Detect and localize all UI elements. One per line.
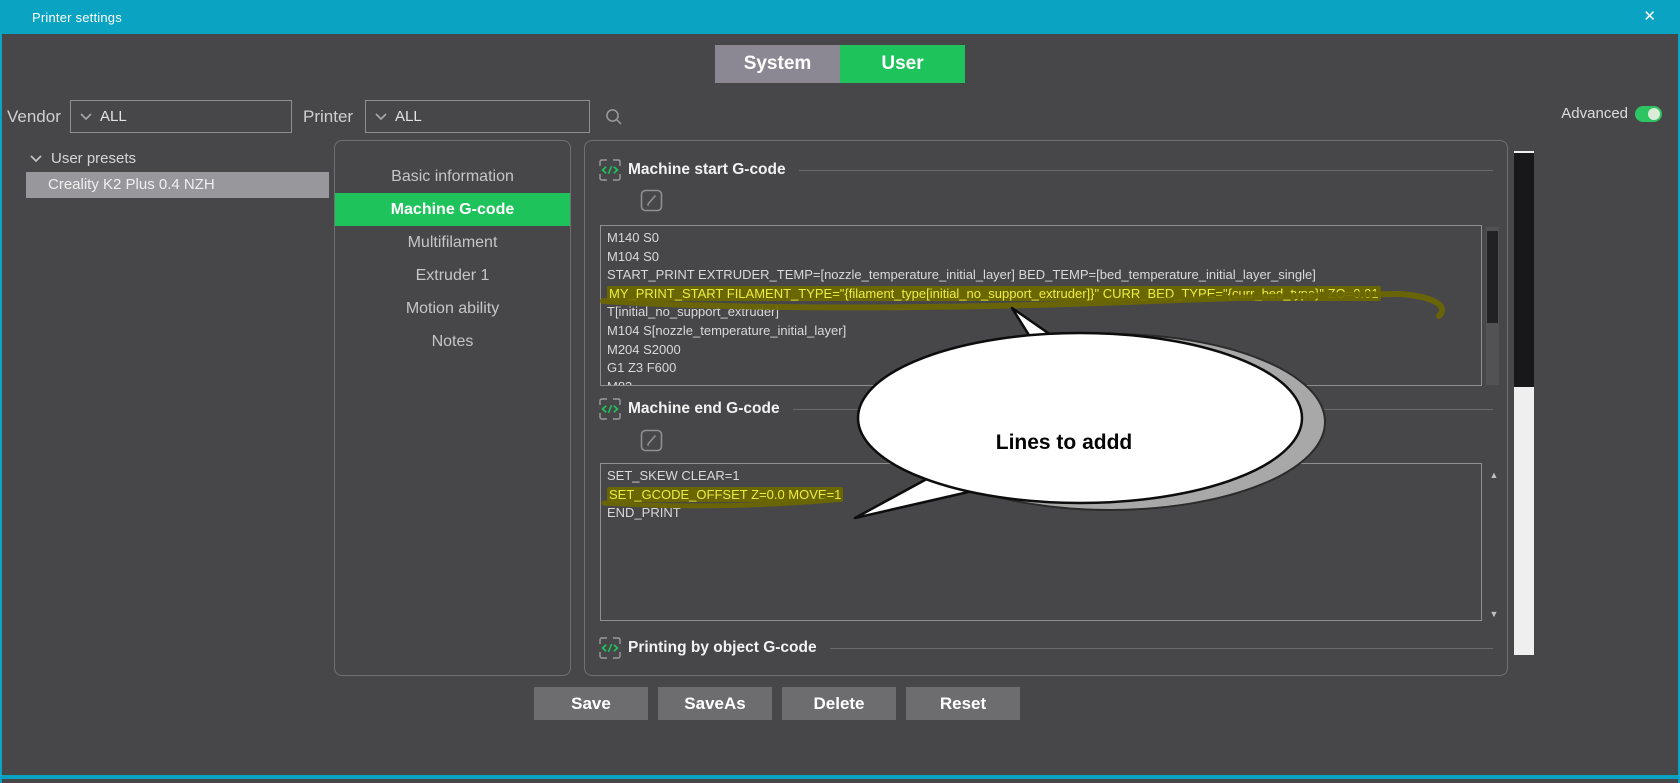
edit-icon[interactable] <box>640 189 663 212</box>
gcode-editor-start[interactable]: M140 S0M104 S0START_PRINT EXTRUDER_TEMP=… <box>600 225 1482 386</box>
gcode-editor-end[interactable]: SET_SKEW CLEAR=1SET_GCODE_OFFSET Z=0.0 M… <box>600 463 1482 621</box>
code-line: M83 <box>607 378 1475 386</box>
code-line: START_PRINT EXTRUDER_TEMP=[nozzle_temper… <box>607 266 1475 285</box>
preset-list: Creality K2 Plus 0.4 NZH <box>26 172 329 198</box>
section-header-end-gcode: Machine end G-code <box>599 397 1493 421</box>
scroll-up-icon[interactable]: ▲ <box>1488 470 1500 480</box>
toggle-knob <box>1648 108 1660 120</box>
section-title: Machine end G-code <box>628 400 780 418</box>
section-title: Printing by object G-code <box>628 639 817 657</box>
code-line: SET_SKEW CLEAR=1 <box>607 467 1475 486</box>
code-line: G1 Z3 F600 <box>607 359 1475 378</box>
user-presets-group[interactable]: User presets <box>30 150 136 167</box>
nav-item-motion-ability[interactable]: Motion ability <box>335 292 570 325</box>
code-icon <box>599 637 621 659</box>
nav-item-multifilament[interactable]: Multifilament <box>335 226 570 259</box>
code-line: MY_PRINT_START FILAMENT_TYPE="{filament_… <box>607 285 1475 304</box>
window-title: Printer settings <box>2 10 122 25</box>
printer-label: Printer <box>303 100 353 133</box>
nav-item-machine-g-code[interactable]: Machine G-code <box>335 193 570 226</box>
scrollbar-thumb[interactable] <box>1487 231 1498 323</box>
save-button[interactable]: Save <box>534 687 648 720</box>
advanced-control: Advanced <box>1561 105 1662 122</box>
profile-scope-tabs: System User <box>715 45 965 83</box>
dialog-body: System User Vendor ALL Printer ALL Advan… <box>2 34 1678 779</box>
code-line: T[initial_no_support_extruder] <box>607 303 1475 322</box>
code-icon <box>599 398 621 420</box>
saveas-button[interactable]: SaveAs <box>658 687 772 720</box>
gcode-panel: Machine start G-code M140 S0M104 S0START… <box>584 140 1508 676</box>
section-header-start-gcode: Machine start G-code <box>599 158 1493 182</box>
preset-item-creality-k2-plus-0-4-nzh[interactable]: Creality K2 Plus 0.4 NZH <box>26 172 329 198</box>
tab-system[interactable]: System <box>715 45 840 83</box>
section-title: Machine start G-code <box>628 161 786 179</box>
printer-value: ALL <box>395 108 422 125</box>
reset-button[interactable]: Reset <box>906 687 1020 720</box>
editor-scrollbar[interactable] <box>1486 227 1499 385</box>
footer-actions: Save SaveAs Delete Reset <box>534 687 1020 720</box>
printer-select[interactable]: ALL <box>365 100 590 133</box>
tab-user[interactable]: User <box>840 45 965 83</box>
nav-item-notes[interactable]: Notes <box>335 325 570 358</box>
code-line: M104 S0 <box>607 248 1475 267</box>
scroll-down-icon[interactable]: ▼ <box>1488 609 1500 619</box>
nav-item-extruder-1[interactable]: Extruder 1 <box>335 259 570 292</box>
chevron-down-icon <box>375 112 387 121</box>
code-line: M204 S2000 <box>607 341 1475 360</box>
user-presets-label: User presets <box>51 150 136 167</box>
chevron-down-icon <box>30 154 42 163</box>
scrollbar-thumb[interactable] <box>1514 153 1534 387</box>
printer-settings-dialog: Printer settings ✕ System User Vendor AL… <box>0 0 1680 783</box>
code-line: SET_GCODE_OFFSET Z=0.0 MOVE=1 <box>607 486 1475 505</box>
edit-icon[interactable] <box>640 429 663 452</box>
chevron-down-icon <box>80 112 92 121</box>
vendor-label: Vendor <box>7 100 61 133</box>
settings-nav: Basic informationMachine G-codeMultifila… <box>334 140 571 676</box>
nav-item-basic-information[interactable]: Basic information <box>335 160 570 193</box>
code-line: M140 S0 <box>607 229 1475 248</box>
dialog-scrollbar[interactable] <box>1514 151 1534 655</box>
code-line: END_PRINT <box>607 504 1475 523</box>
advanced-toggle[interactable] <box>1635 106 1662 122</box>
code-icon <box>599 159 621 181</box>
close-icon[interactable]: ✕ <box>1643 0 1678 34</box>
advanced-label: Advanced <box>1561 105 1628 122</box>
divider <box>830 648 1493 649</box>
divider <box>793 409 1493 410</box>
vendor-value: ALL <box>100 108 127 125</box>
titlebar: Printer settings ✕ <box>2 0 1678 34</box>
divider <box>799 170 1493 171</box>
code-line: M104 S[nozzle_temperature_initial_layer] <box>607 322 1475 341</box>
search-icon[interactable] <box>604 107 624 127</box>
delete-button[interactable]: Delete <box>782 687 896 720</box>
section-header-by-object-gcode: Printing by object G-code <box>599 636 1493 660</box>
vendor-select[interactable]: ALL <box>70 100 292 133</box>
